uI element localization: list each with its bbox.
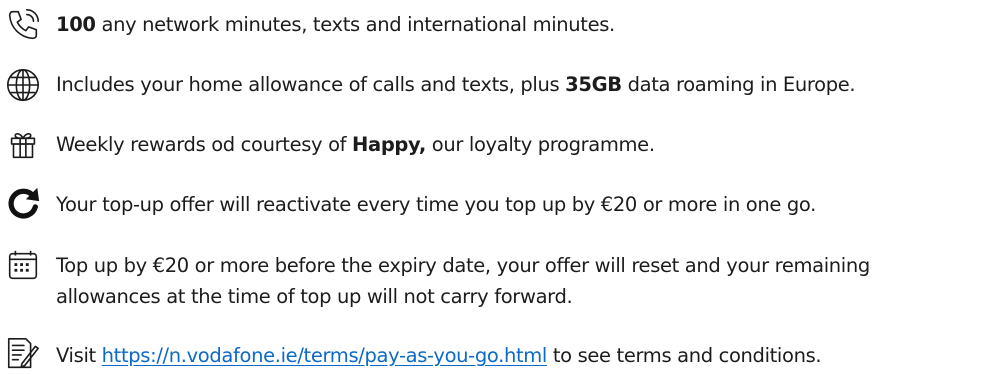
feature-terms-text: Visit https://n.vodafone.ie/terms/pay-as… — [56, 344, 822, 367]
terms-link[interactable]: https://n.vodafone.ie/terms/pay-as-you-g… — [102, 344, 548, 367]
phone-calling-icon — [4, 6, 42, 44]
feature-expiry-reset-text: Top up by €20 or more before the expiry … — [56, 254, 870, 308]
roaming-data-amount: 35GB — [565, 73, 622, 96]
gift-icon — [4, 125, 42, 163]
feature-roaming-text: Includes your home allowance of calls an… — [56, 73, 856, 96]
refresh-icon — [4, 185, 42, 223]
minutes-count: 100 — [56, 13, 96, 36]
calendar-icon — [4, 247, 42, 285]
feature-minutes-text: 100 any network minutes, texts and inter… — [56, 13, 615, 36]
loyalty-programme-name: Happy, — [352, 133, 426, 156]
offer-features-list: 100 any network minutes, texts and inter… — [0, 0, 1003, 374]
feature-rewards-text: Weekly rewards od courtesy of Happy, our… — [56, 133, 655, 156]
feature-reactivate-text: Your top-up offer will reactivate every … — [56, 193, 817, 216]
document-pen-icon — [4, 335, 42, 373]
globe-icon — [4, 66, 42, 104]
